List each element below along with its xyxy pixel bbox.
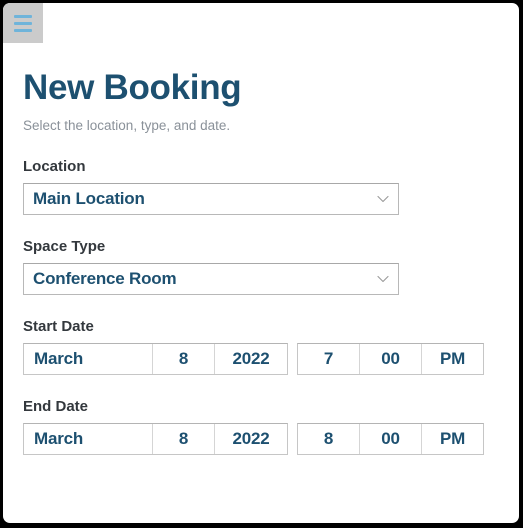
location-field-group: Location Main Location (23, 135, 499, 215)
chevron-down-icon (377, 273, 389, 285)
menu-toggle-button[interactable] (3, 3, 43, 43)
start-date-field-group: Start Date March 8 2022 7 00 PM (23, 295, 499, 375)
start-datetime-row: March 8 2022 7 00 PM (23, 343, 499, 375)
main-content: New Booking Select the location, type, a… (3, 43, 519, 455)
start-date-label: Start Date (23, 318, 94, 335)
start-time-meridiem[interactable]: PM (421, 344, 483, 374)
location-label: Location (23, 158, 86, 175)
space-type-label: Space Type (23, 238, 106, 255)
location-select-value: Main Location (33, 189, 145, 208)
location-select[interactable]: Main Location (23, 183, 399, 215)
start-date-year[interactable]: 2022 (214, 344, 287, 374)
end-time-minute[interactable]: 00 (359, 424, 421, 454)
page-title: New Booking (23, 68, 242, 107)
space-type-select[interactable]: Conference Room (23, 263, 399, 295)
start-time-hour[interactable]: 7 (298, 344, 359, 374)
start-date-day[interactable]: 8 (152, 344, 214, 374)
end-date-month[interactable]: March (24, 424, 152, 454)
app-page: New Booking Select the location, type, a… (3, 3, 519, 523)
end-time-picker: 8 00 PM (297, 423, 484, 455)
end-date-year[interactable]: 2022 (214, 424, 287, 454)
end-date-picker: March 8 2022 (23, 423, 288, 455)
hamburger-menu-icon-bar (14, 28, 32, 32)
start-time-minute[interactable]: 00 (359, 344, 421, 374)
end-date-label: End Date (23, 398, 89, 415)
end-datetime-row: March 8 2022 8 00 PM (23, 423, 499, 455)
end-date-day[interactable]: 8 (152, 424, 214, 454)
chevron-down-icon (377, 193, 389, 205)
device-frame: New Booking Select the location, type, a… (0, 0, 523, 528)
hamburger-menu-icon-bar (14, 21, 32, 25)
end-time-meridiem[interactable]: PM (421, 424, 483, 454)
hamburger-menu-icon (14, 14, 32, 18)
start-date-month[interactable]: March (24, 344, 152, 374)
end-time-hour[interactable]: 8 (298, 424, 359, 454)
space-type-field-group: Space Type Conference Room (23, 215, 499, 295)
page-subtitle: Select the location, type, and date. (23, 118, 231, 133)
start-date-picker: March 8 2022 (23, 343, 288, 375)
end-date-field-group: End Date March 8 2022 8 00 PM (23, 375, 499, 455)
start-time-picker: 7 00 PM (297, 343, 484, 375)
space-type-select-value: Conference Room (33, 269, 177, 288)
